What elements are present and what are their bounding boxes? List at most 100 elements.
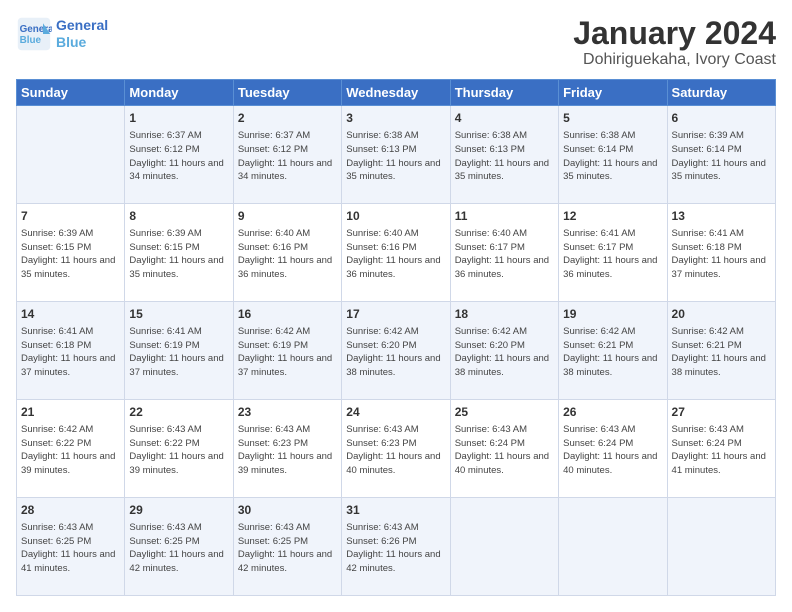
day-number: 4 — [455, 110, 554, 127]
day-number: 10 — [346, 208, 445, 225]
cell-info: Sunrise: 6:43 AMSunset: 6:24 PMDaylight:… — [672, 423, 771, 478]
day-number: 19 — [563, 306, 662, 323]
calendar-cell: 25 Sunrise: 6:43 AMSunset: 6:24 PMDayligh… — [450, 400, 558, 498]
calendar-cell: 2 Sunrise: 6:37 AMSunset: 6:12 PMDaylight… — [233, 106, 341, 204]
day-number: 18 — [455, 306, 554, 323]
cell-info: Sunrise: 6:43 AMSunset: 6:25 PMDaylight:… — [238, 521, 337, 576]
header-cell-saturday: Saturday — [667, 80, 775, 106]
calendar-cell: 8 Sunrise: 6:39 AMSunset: 6:15 PMDaylight… — [125, 204, 233, 302]
cell-info: Sunrise: 6:43 AMSunset: 6:23 PMDaylight:… — [346, 423, 445, 478]
cell-info: Sunrise: 6:42 AMSunset: 6:20 PMDaylight:… — [455, 325, 554, 380]
calendar-cell: 6 Sunrise: 6:39 AMSunset: 6:14 PMDaylight… — [667, 106, 775, 204]
calendar-cell: 5Sunrise: 6:38 AMSunset: 6:14 PMDaylight… — [559, 106, 667, 204]
day-number: 6 — [672, 110, 771, 127]
calendar-cell: 16Sunrise: 6:42 AMSunset: 6:19 PMDayligh… — [233, 302, 341, 400]
day-number: 28 — [21, 502, 120, 519]
logo-icon: General Blue — [16, 16, 52, 52]
logo-subtext: Blue — [56, 34, 108, 51]
calendar-cell: 10 Sunrise: 6:40 AMSunset: 6:16 PMDayligh… — [342, 204, 450, 302]
day-number: 21 — [21, 404, 120, 421]
calendar-cell: 28Sunrise: 6:43 AMSunset: 6:25 PMDayligh… — [17, 498, 125, 596]
cell-info: Sunrise: 6:37 AMSunset: 6:12 PMDaylight:… — [129, 129, 228, 184]
cell-info: Sunrise: 6:42 AMSunset: 6:22 PMDaylight:… — [21, 423, 120, 478]
cell-info: Sunrise: 6:42 AMSunset: 6:19 PMDaylight:… — [238, 325, 337, 380]
header-cell-wednesday: Wednesday — [342, 80, 450, 106]
week-row-2: 14 Sunrise: 6:41 AMSunset: 6:18 PMDayligh… — [17, 302, 776, 400]
calendar-subtitle: Dohiriguekaha, Ivory Coast — [573, 51, 776, 69]
week-row-4: 28 Sunrise: 6:43 AMSunset: 6:25 PMDayligh… — [17, 498, 776, 596]
calendar-cell: 3Sunrise: 6:38 AMSunset: 6:13 PMDaylight… — [342, 106, 450, 204]
day-number: 26 — [563, 404, 662, 421]
day-number: 20 — [672, 306, 771, 323]
cell-info: Sunrise: 6:43 AMSunset: 6:23 PMDaylight:… — [238, 423, 337, 478]
header-cell-monday: Monday — [125, 80, 233, 106]
day-number: 27 — [672, 404, 771, 421]
calendar-cell: 4Sunrise: 6:38 AMSunset: 6:13 PMDaylight… — [450, 106, 558, 204]
cell-info: Sunrise: 6:40 AMSunset: 6:16 PMDaylight:… — [238, 227, 337, 282]
day-number: 22 — [129, 404, 228, 421]
day-number: 29 — [129, 502, 228, 519]
calendar-cell: 31Sunrise: 6:43 AMSunset: 6:26 PMDayligh… — [342, 498, 450, 596]
cell-info: Sunrise: 6:43 AMSunset: 6:26 PMDaylight:… — [346, 521, 445, 576]
day-number: 23 — [238, 404, 337, 421]
cell-info: Sunrise: 6:41 AMSunset: 6:18 PMDaylight:… — [672, 227, 771, 282]
calendar-cell — [450, 498, 558, 596]
day-number: 15 — [129, 306, 228, 323]
calendar-cell: 18 Sunrise: 6:42 AMSunset: 6:20 PMDayligh… — [450, 302, 558, 400]
header-cell-friday: Friday — [559, 80, 667, 106]
day-number: 13 — [672, 208, 771, 225]
day-number: 8 — [129, 208, 228, 225]
cell-info: Sunrise: 6:39 AMSunset: 6:14 PMDaylight:… — [672, 129, 771, 184]
day-number: 30 — [238, 502, 337, 519]
header-cell-sunday: Sunday — [17, 80, 125, 106]
day-number: 14 — [21, 306, 120, 323]
day-number: 12 — [563, 208, 662, 225]
calendar-cell: 12 Sunrise: 6:41 AMSunset: 6:17 PMDayligh… — [559, 204, 667, 302]
header-cell-thursday: Thursday — [450, 80, 558, 106]
calendar-cell: 26 Sunrise: 6:43 AMSunset: 6:24 PMDayligh… — [559, 400, 667, 498]
day-number: 7 — [21, 208, 120, 225]
cell-info: Sunrise: 6:40 AMSunset: 6:16 PMDaylight:… — [346, 227, 445, 282]
cell-info: Sunrise: 6:42 AMSunset: 6:20 PMDaylight:… — [346, 325, 445, 380]
calendar-cell: 19 Sunrise: 6:42 AMSunset: 6:21 PMDayligh… — [559, 302, 667, 400]
title-block: January 2024 Dohiriguekaha, Ivory Coast — [573, 16, 776, 69]
cell-info: Sunrise: 6:41 AMSunset: 6:19 PMDaylight:… — [129, 325, 228, 380]
cell-info: Sunrise: 6:43 AMSunset: 6:24 PMDaylight:… — [563, 423, 662, 478]
page: General Blue General Blue January 2024 D… — [0, 0, 792, 612]
cell-info: Sunrise: 6:42 AMSunset: 6:21 PMDaylight:… — [563, 325, 662, 380]
calendar-cell: 11 Sunrise: 6:40 AMSunset: 6:17 PMDayligh… — [450, 204, 558, 302]
day-number: 2 — [238, 110, 337, 127]
day-number: 11 — [455, 208, 554, 225]
cell-info: Sunrise: 6:38 AMSunset: 6:13 PMDaylight:… — [346, 129, 445, 184]
svg-text:Blue: Blue — [20, 35, 42, 46]
calendar-cell: 7Sunrise: 6:39 AMSunset: 6:15 PMDaylight… — [17, 204, 125, 302]
cell-info: Sunrise: 6:43 AMSunset: 6:24 PMDaylight:… — [455, 423, 554, 478]
header-cell-tuesday: Tuesday — [233, 80, 341, 106]
cell-info: Sunrise: 6:42 AMSunset: 6:21 PMDaylight:… — [672, 325, 771, 380]
day-number: 9 — [238, 208, 337, 225]
calendar-cell: 9 Sunrise: 6:40 AMSunset: 6:16 PMDaylight… — [233, 204, 341, 302]
calendar-cell: 20 Sunrise: 6:42 AMSunset: 6:21 PMDayligh… — [667, 302, 775, 400]
cell-info: Sunrise: 6:41 AMSunset: 6:18 PMDaylight:… — [21, 325, 120, 380]
cell-info: Sunrise: 6:40 AMSunset: 6:17 PMDaylight:… — [455, 227, 554, 282]
calendar-cell: 13 Sunrise: 6:41 AMSunset: 6:18 PMDayligh… — [667, 204, 775, 302]
day-number: 24 — [346, 404, 445, 421]
header-row: SundayMondayTuesdayWednesdayThursdayFrid… — [17, 80, 776, 106]
calendar-cell — [17, 106, 125, 204]
day-number: 25 — [455, 404, 554, 421]
cell-info: Sunrise: 6:37 AMSunset: 6:12 PMDaylight:… — [238, 129, 337, 184]
week-row-3: 21 Sunrise: 6:42 AMSunset: 6:22 PMDayligh… — [17, 400, 776, 498]
calendar-cell — [559, 498, 667, 596]
cell-info: Sunrise: 6:41 AMSunset: 6:17 PMDaylight:… — [563, 227, 662, 282]
logo-text: General — [56, 17, 108, 34]
week-row-0: 1Sunrise: 6:37 AMSunset: 6:12 PMDaylight… — [17, 106, 776, 204]
calendar-cell: 24 Sunrise: 6:43 AMSunset: 6:23 PMDayligh… — [342, 400, 450, 498]
calendar-cell: 30 Sunrise: 6:43 AMSunset: 6:25 PMDayligh… — [233, 498, 341, 596]
cell-info: Sunrise: 6:43 AMSunset: 6:25 PMDaylight:… — [129, 521, 228, 576]
calendar-cell — [667, 498, 775, 596]
week-row-1: 7 Sunrise: 6:39 AMSunset: 6:15 PMDaylight… — [17, 204, 776, 302]
calendar-cell: 21 Sunrise: 6:42 AMSunset: 6:22 PMDayligh… — [17, 400, 125, 498]
calendar-cell: 17Sunrise: 6:42 AMSunset: 6:20 PMDayligh… — [342, 302, 450, 400]
calendar-cell: 23 Sunrise: 6:43 AMSunset: 6:23 PMDayligh… — [233, 400, 341, 498]
cell-info: Sunrise: 6:39 AMSunset: 6:15 PMDaylight:… — [129, 227, 228, 282]
